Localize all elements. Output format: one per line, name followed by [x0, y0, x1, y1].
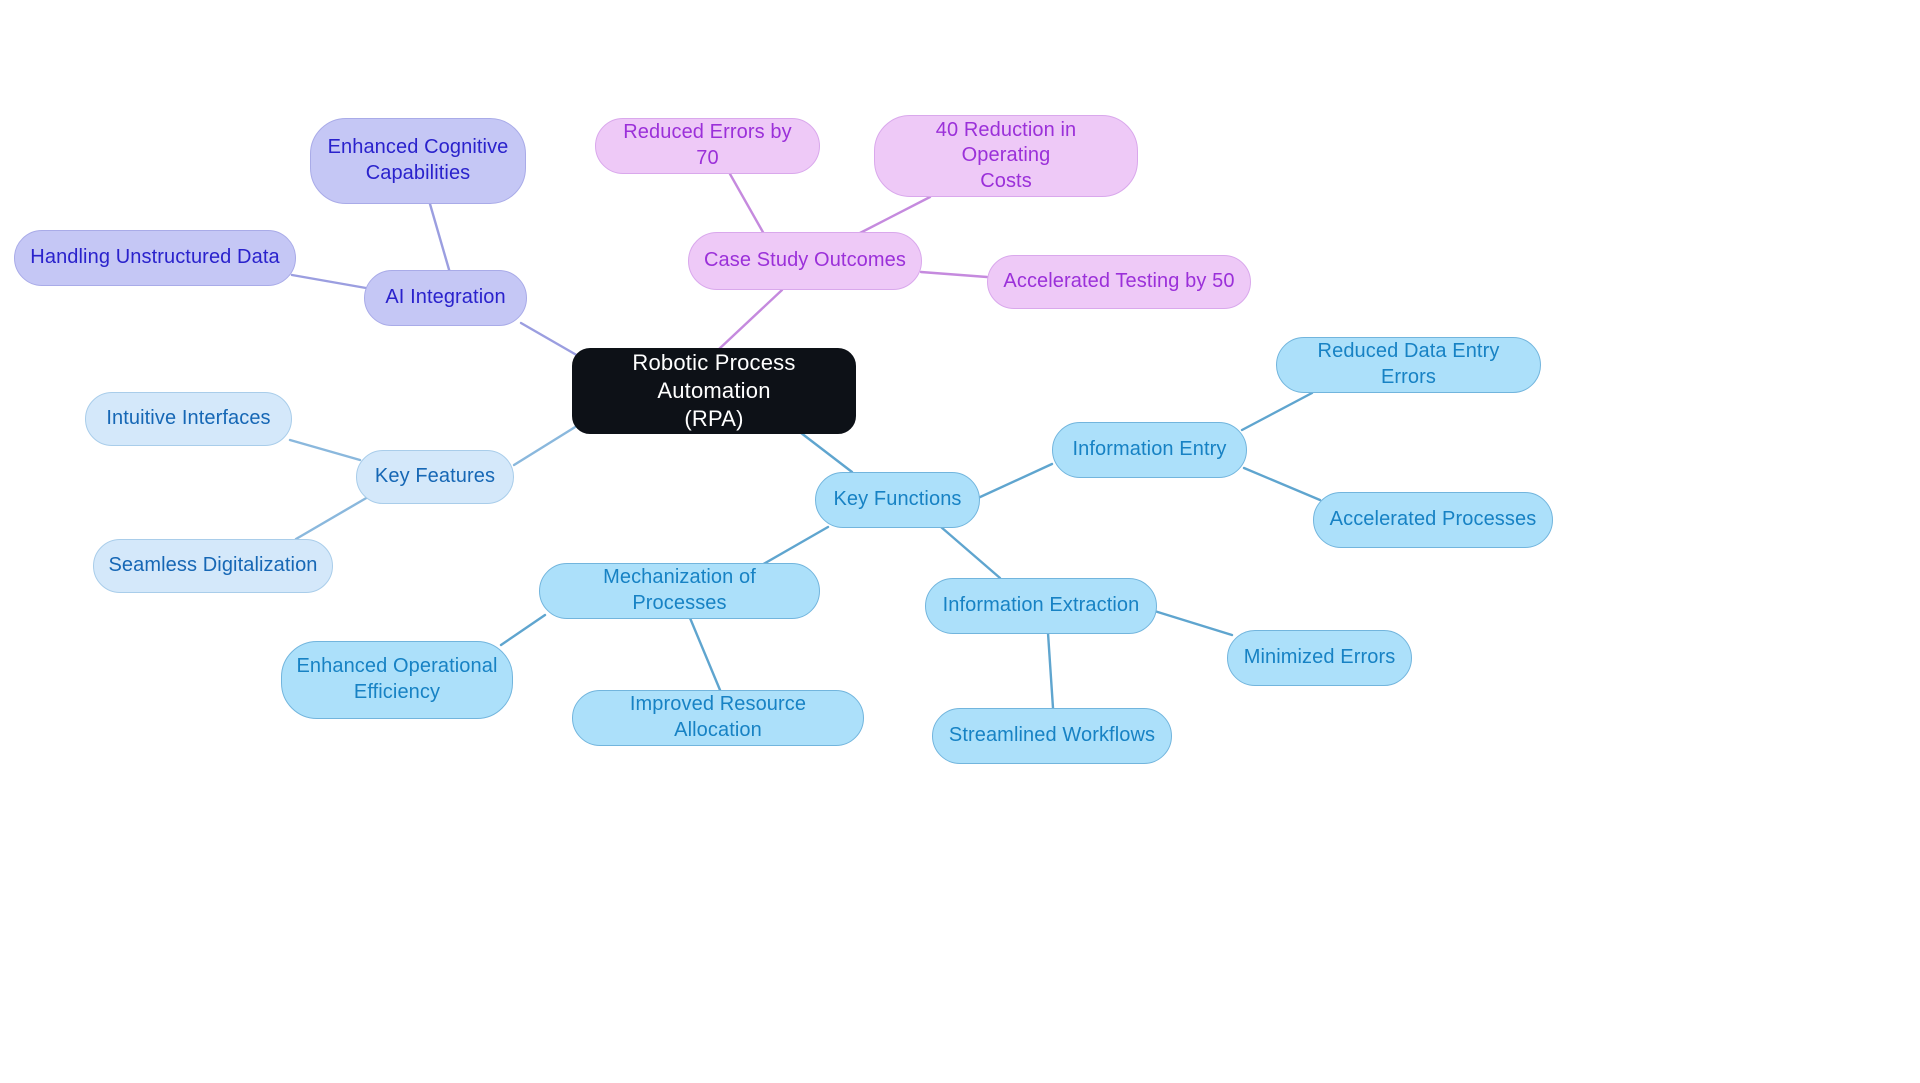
mindmap-node-case-study-outcomes[interactable]: Case Study Outcomes	[688, 232, 922, 290]
edge-ai-integration-to-handling-unstructured-data	[290, 273, 368, 290]
edge-information-extraction-to-streamlined-workflows	[1046, 631, 1055, 710]
mindmap-node-seamless-digitalization[interactable]: Seamless Digitalization	[93, 539, 333, 593]
edge-key-functions-to-information-entry	[976, 462, 1054, 500]
mindmap-node-enhanced-operational-efficiency[interactable]: Enhanced Operational Efficiency	[281, 641, 513, 719]
mindmap-node-accelerated-processes[interactable]: Accelerated Processes	[1313, 492, 1553, 548]
edge-key-functions-to-information-extraction	[939, 525, 1002, 580]
mindmap-node-streamlined-workflows[interactable]: Streamlined Workflows	[932, 708, 1172, 764]
mindmap-canvas: Robotic Process Automation (RPA) AI Integ…	[0, 0, 1920, 1083]
edge-case-study-outcomes-to-accelerated-testing-by-50	[919, 270, 989, 279]
mindmap-node-key-functions[interactable]: Key Functions	[815, 472, 980, 528]
edge-mechanization-of-processes-to-enhanced-operational-efficiency	[499, 613, 547, 647]
edge-mechanization-of-processes-to-improved-resource-allocation	[688, 616, 722, 692]
edge-information-entry-to-reduced-data-entry-errors	[1240, 391, 1314, 432]
edge-information-entry-to-accelerated-processes	[1242, 466, 1322, 502]
mindmap-node-mechanization-of-processes[interactable]: Mechanization of Processes	[539, 563, 820, 619]
edge-root-to-case-study-outcomes	[716, 288, 784, 352]
mindmap-node-handling-unstructured-data[interactable]: Handling Unstructured Data	[14, 230, 296, 286]
mindmap-node-reduced-data-entry-errors[interactable]: Reduced Data Entry Errors	[1276, 337, 1541, 393]
mindmap-node-reduced-errors-by-70[interactable]: Reduced Errors by 70	[595, 118, 820, 174]
mindmap-node-ai-integration[interactable]: AI Integration	[364, 270, 527, 326]
mindmap-node-root[interactable]: Robotic Process Automation (RPA)	[572, 348, 856, 434]
mindmap-node-information-extraction[interactable]: Information Extraction	[925, 578, 1157, 634]
edge-information-extraction-to-minimized-errors	[1146, 607, 1234, 637]
mindmap-node-key-features[interactable]: Key Features	[356, 450, 514, 504]
mindmap-node-accelerated-testing-by-50[interactable]: Accelerated Testing by 50	[987, 255, 1251, 309]
mindmap-node-information-entry[interactable]: Information Entry	[1052, 422, 1247, 478]
mindmap-node-improved-resource-allocation[interactable]: Improved Resource Allocation	[572, 690, 864, 746]
edge-case-study-outcomes-to-reduced-errors-by-70	[728, 172, 766, 236]
mindmap-node-minimized-errors[interactable]: Minimized Errors	[1227, 630, 1412, 686]
mindmap-node-enhanced-cognitive-capabilities[interactable]: Enhanced Cognitive Capabilities	[310, 118, 526, 204]
mindmap-node-intuitive-interfaces[interactable]: Intuitive Interfaces	[85, 392, 292, 446]
edge-root-to-ai-integration	[519, 321, 582, 359]
edge-key-features-to-intuitive-interfaces	[288, 438, 362, 462]
mindmap-node-40-reduction-in-operating-costs[interactable]: 40 Reduction in Operating Costs	[874, 115, 1138, 197]
edge-ai-integration-to-enhanced-cognitive-capabilities	[428, 202, 452, 275]
edge-key-features-to-seamless-digitalization	[294, 495, 370, 541]
edge-case-study-outcomes-to-40-reduction-in-operating-costs	[858, 195, 932, 235]
edge-key-functions-to-mechanization-of-processes	[758, 525, 830, 568]
edge-root-to-key-features	[512, 422, 582, 467]
